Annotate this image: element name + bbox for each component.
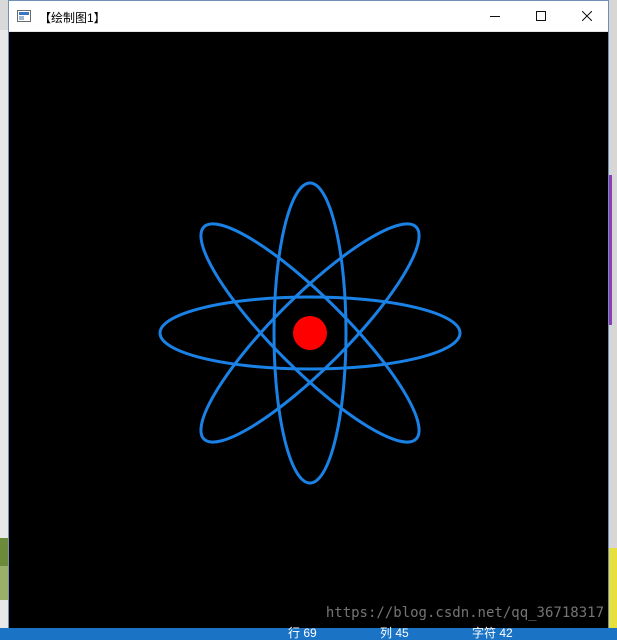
- highlight-marker: [609, 548, 617, 630]
- nucleus: [293, 316, 327, 350]
- background-editor-left: [0, 0, 8, 640]
- atom-drawing: [158, 181, 462, 485]
- drawing-window: 【绘制图1】 https://blog.csdn.net/qq_36718317: [8, 0, 609, 630]
- drawing-canvas: https://blog.csdn.net/qq_36718317: [9, 32, 608, 629]
- close-button[interactable]: [564, 1, 610, 31]
- status-line: 行 69: [288, 626, 317, 640]
- minimize-icon: [490, 16, 500, 17]
- app-window-icon[interactable]: [17, 10, 31, 22]
- minimize-button[interactable]: [472, 1, 518, 31]
- status-char: 字符 42: [472, 626, 513, 640]
- maximize-button[interactable]: [518, 1, 564, 31]
- status-bar: 行 69 列 45 字符 42: [0, 626, 617, 640]
- scroll-marker: [609, 175, 612, 325]
- status-column: 列 45: [380, 626, 409, 640]
- window-title: 【绘制图1】: [39, 11, 106, 25]
- maximize-icon: [536, 11, 546, 21]
- title-bar[interactable]: 【绘制图1】: [9, 1, 608, 32]
- watermark-url: https://blog.csdn.net/qq_36718317: [325, 605, 604, 621]
- background-editor-right: [609, 0, 617, 640]
- close-icon: [582, 11, 592, 21]
